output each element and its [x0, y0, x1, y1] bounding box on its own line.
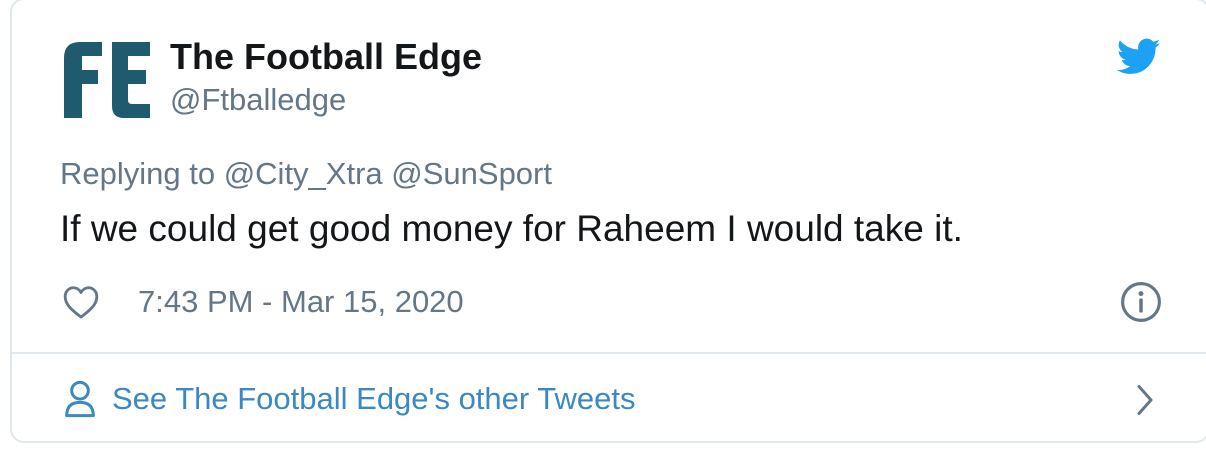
- heart-icon[interactable]: [62, 284, 100, 320]
- see-other-tweets-label: See The Football Edge's other Tweets: [112, 381, 636, 416]
- author-handle[interactable]: @Ftballedge: [170, 82, 346, 118]
- author-display-name[interactable]: The Football Edge: [170, 36, 482, 78]
- chevron-right-icon[interactable]: [1132, 382, 1158, 418]
- twitter-bird-icon[interactable]: [1117, 38, 1161, 76]
- tweet-text: If we could get good money for Raheem I …: [60, 208, 963, 249]
- replying-to-line[interactable]: Replying to @City_Xtra @SunSport: [60, 156, 552, 192]
- embedded-tweet-card: The Football Edge @Ftballedge Replying t…: [10, 0, 1206, 443]
- avatar[interactable]: [62, 38, 152, 120]
- person-icon: [65, 380, 95, 418]
- avatar-logo-icon: [64, 42, 150, 118]
- info-icon[interactable]: [1120, 281, 1162, 323]
- footer-divider: [12, 352, 1206, 354]
- tweet-timestamp[interactable]: 7:43 PM - Mar 15, 2020: [138, 284, 464, 320]
- see-other-tweets-link[interactable]: See The Football Edge's other Tweets: [62, 376, 636, 422]
